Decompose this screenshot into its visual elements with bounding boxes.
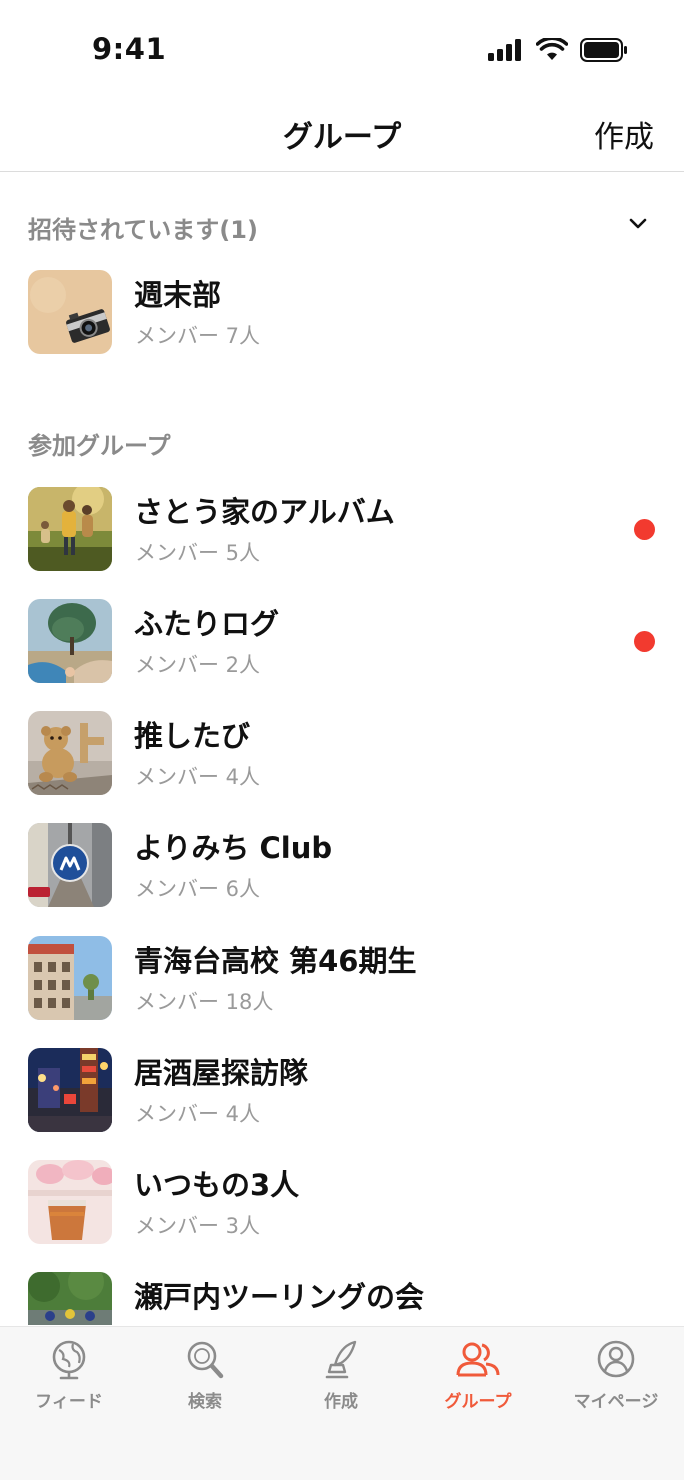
- group-row[interactable]: さとう家のアルバム メンバー 5人: [0, 487, 684, 599]
- create-group-button[interactable]: 作成: [594, 112, 654, 156]
- group-name: 青海台高校 第46期生: [134, 944, 417, 978]
- group-thumbnail: [28, 1048, 112, 1132]
- unread-indicator: [634, 519, 655, 540]
- quill-icon: [325, 1340, 357, 1379]
- invited-group-row[interactable]: 週末部 メンバー 7人: [0, 270, 684, 382]
- profile-icon: [597, 1340, 635, 1378]
- group-thumbnail: [28, 599, 112, 683]
- group-thumbnail: [28, 1272, 112, 1325]
- invited-section-header: 招待されています(1): [28, 216, 258, 244]
- battery-icon: [580, 38, 627, 62]
- tab-feed[interactable]: フィード: [1, 1339, 137, 1439]
- group-name: いつもの3人: [134, 1168, 300, 1202]
- group-name: よりみち Club: [134, 831, 333, 865]
- group-icon: [456, 1342, 500, 1377]
- group-name: 推したび: [134, 719, 251, 753]
- group-row[interactable]: 居酒屋探訪隊 メンバー 4人: [0, 1048, 684, 1160]
- member-count: メンバー 3人: [135, 1214, 261, 1238]
- joined-section-header: 参加グループ: [28, 432, 171, 460]
- search-icon: [187, 1341, 224, 1379]
- group-name: 瀬戸内ツーリングの会: [134, 1280, 425, 1314]
- tab-mypage[interactable]: マイページ: [548, 1339, 684, 1439]
- group-row[interactable]: ふたりログ メンバー 2人: [0, 599, 684, 711]
- member-count: メンバー 18人: [135, 990, 274, 1014]
- tab-bar: フィード 検索 作成 グループ マイページ: [0, 1326, 684, 1480]
- member-count: メンバー 7人: [135, 324, 261, 348]
- group-name: 居酒屋探訪隊: [134, 1056, 309, 1090]
- group-thumbnail: [28, 823, 112, 907]
- group-row[interactable]: 推したび メンバー 4人: [0, 711, 684, 823]
- group-thumbnail: [28, 1160, 112, 1244]
- wifi-icon: [536, 38, 568, 60]
- member-count: メンバー 6人: [135, 877, 261, 901]
- unread-indicator: [634, 631, 655, 652]
- cellular-signal-icon: [488, 39, 521, 61]
- member-count: メンバー 4人: [135, 765, 261, 789]
- page-title: グループ: [282, 120, 402, 155]
- tab-label: 作成: [324, 1392, 358, 1412]
- tab-label: グループ: [444, 1392, 512, 1412]
- group-name: さとう家のアルバム: [134, 495, 395, 529]
- group-row[interactable]: 瀬戸内ツーリングの会: [0, 1272, 684, 1325]
- group-row[interactable]: 青海台高校 第46期生 メンバー 18人: [0, 936, 684, 1048]
- tab-label: マイページ: [573, 1392, 659, 1412]
- member-count: メンバー 5人: [135, 541, 261, 565]
- tab-label: フィード: [35, 1392, 103, 1412]
- status-bar: 9:41: [0, 0, 684, 100]
- member-count: メンバー 4人: [135, 1102, 261, 1126]
- group-row[interactable]: いつもの3人 メンバー 3人: [0, 1160, 684, 1272]
- tab-create[interactable]: 作成: [273, 1339, 409, 1439]
- group-thumbnail: [28, 270, 112, 354]
- group-thumbnail: [28, 487, 112, 571]
- tab-group[interactable]: グループ: [410, 1339, 546, 1439]
- group-name: 週末部: [134, 278, 222, 312]
- group-thumbnail: [28, 711, 112, 795]
- group-thumbnail: [28, 936, 112, 1020]
- status-time: 9:41: [92, 32, 167, 66]
- status-icons: [488, 38, 628, 62]
- tab-search[interactable]: 検索: [137, 1339, 273, 1439]
- group-name: ふたりログ: [134, 607, 280, 641]
- chevron-down-icon[interactable]: [626, 212, 650, 236]
- globe-icon: [52, 1340, 86, 1380]
- member-count: メンバー 2人: [135, 653, 261, 677]
- navigation-bar: グループ 作成: [0, 100, 684, 172]
- group-list[interactable]: 招待されています(1) 週末部 メンバー 7人 参加グループ さとう家のアルバム…: [0, 173, 684, 1325]
- group-row[interactable]: よりみち Club メンバー 6人: [0, 823, 684, 935]
- tab-label: 検索: [188, 1392, 222, 1412]
